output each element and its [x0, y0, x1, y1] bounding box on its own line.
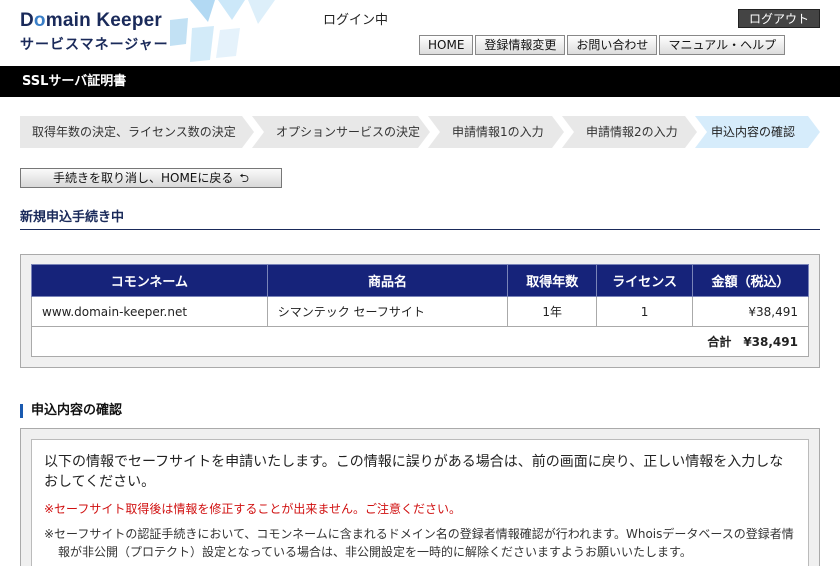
table-row: www.domain-keeper.net シマンテック セーフサイト 1年 1… [31, 296, 809, 327]
step-confirm: 申込内容の確認 [695, 116, 820, 148]
step-apply-info-1: 申請情報1の入力 [428, 116, 564, 148]
confirm-heading: 申込内容の確認 [20, 404, 122, 418]
step-options: オプションサービスの決定 [252, 116, 430, 148]
order-summary: コモンネーム 商品名 取得年数 ライセンス 金額（税込） www.domain-… [20, 254, 820, 368]
cell-product: シマンテック セーフサイト [266, 296, 509, 327]
return-arrow-icon: ⮌ [239, 171, 250, 185]
nav-account-button[interactable]: 登録情報変更 [475, 35, 566, 55]
login-status: ログイン中 [323, 13, 389, 28]
cancel-button-label: 手続きを取り消し、HOMEに戻る [52, 171, 234, 185]
nav-help-button[interactable]: マニュアル・ヘルプ [659, 35, 786, 55]
cancel-home-button[interactable]: 手続きを取り消し、HOMEに戻る ⮌ [20, 168, 282, 188]
nav-home-button[interactable]: HOME [419, 35, 474, 55]
order-table: コモンネーム 商品名 取得年数 ライセンス 金額（税込） www.domain-… [31, 264, 809, 357]
logo-title: Domain Keeper [20, 10, 162, 31]
cell-license: 1 [596, 296, 694, 327]
column-header-license: ライセンス [596, 264, 694, 297]
total-amount: 合計 ¥38,491 [31, 326, 809, 357]
cell-price: ¥38,491 [692, 296, 809, 327]
divider [20, 229, 820, 230]
nav-contact-button[interactable]: お問い合わせ [567, 35, 658, 55]
logout-button[interactable]: ログアウト [738, 9, 820, 28]
column-header-years: 取得年数 [507, 264, 598, 297]
logo-decoration-icon [170, 0, 275, 62]
cell-common-name: www.domain-keeper.net [31, 296, 268, 327]
logo-subtitle: サービスマネージャー [20, 37, 169, 53]
cell-years: 1年 [507, 296, 598, 327]
confirm-note: ※セーフサイトの認証手続きにおいて、コモンネームに含まれるドメイン名の登録者情報… [44, 527, 794, 559]
confirm-message: 以下の情報でセーフサイトを申請いたします。この情報に誤りがある場合は、前の画面に… [44, 454, 784, 490]
section-heading: 新規申込手続き中 [20, 210, 125, 225]
top-navigation: HOME 登録情報変更 お問い合わせ マニュアル・ヘルプ [419, 35, 786, 55]
page-title: SSLサーバ証明書 [0, 66, 840, 97]
confirm-panel: 以下の情報でセーフサイトを申請いたします。この情報に誤りがある場合は、前の画面に… [20, 428, 820, 566]
column-header-product: 商品名 [266, 264, 509, 297]
step-license: 取得年数の決定、ライセンス数の決定 [20, 116, 254, 148]
logo[interactable]: Domain Keeper サービスマネージャー [0, 0, 290, 64]
column-header-common-name: コモンネーム [31, 264, 268, 297]
confirm-content: 以下の情報でセーフサイトを申請いたします。この情報に誤りがある場合は、前の画面に… [31, 439, 809, 566]
column-header-price: 金額（税込） [692, 264, 809, 297]
progress-steps: 取得年数の決定、ライセンス数の決定 オプションサービスの決定 申請情報1の入力 … [20, 116, 820, 148]
confirm-warning: ※セーフサイト取得後は情報を修正することが出来ません。ご注意ください。 [44, 502, 461, 516]
step-apply-info-2: 申請情報2の入力 [562, 116, 697, 148]
